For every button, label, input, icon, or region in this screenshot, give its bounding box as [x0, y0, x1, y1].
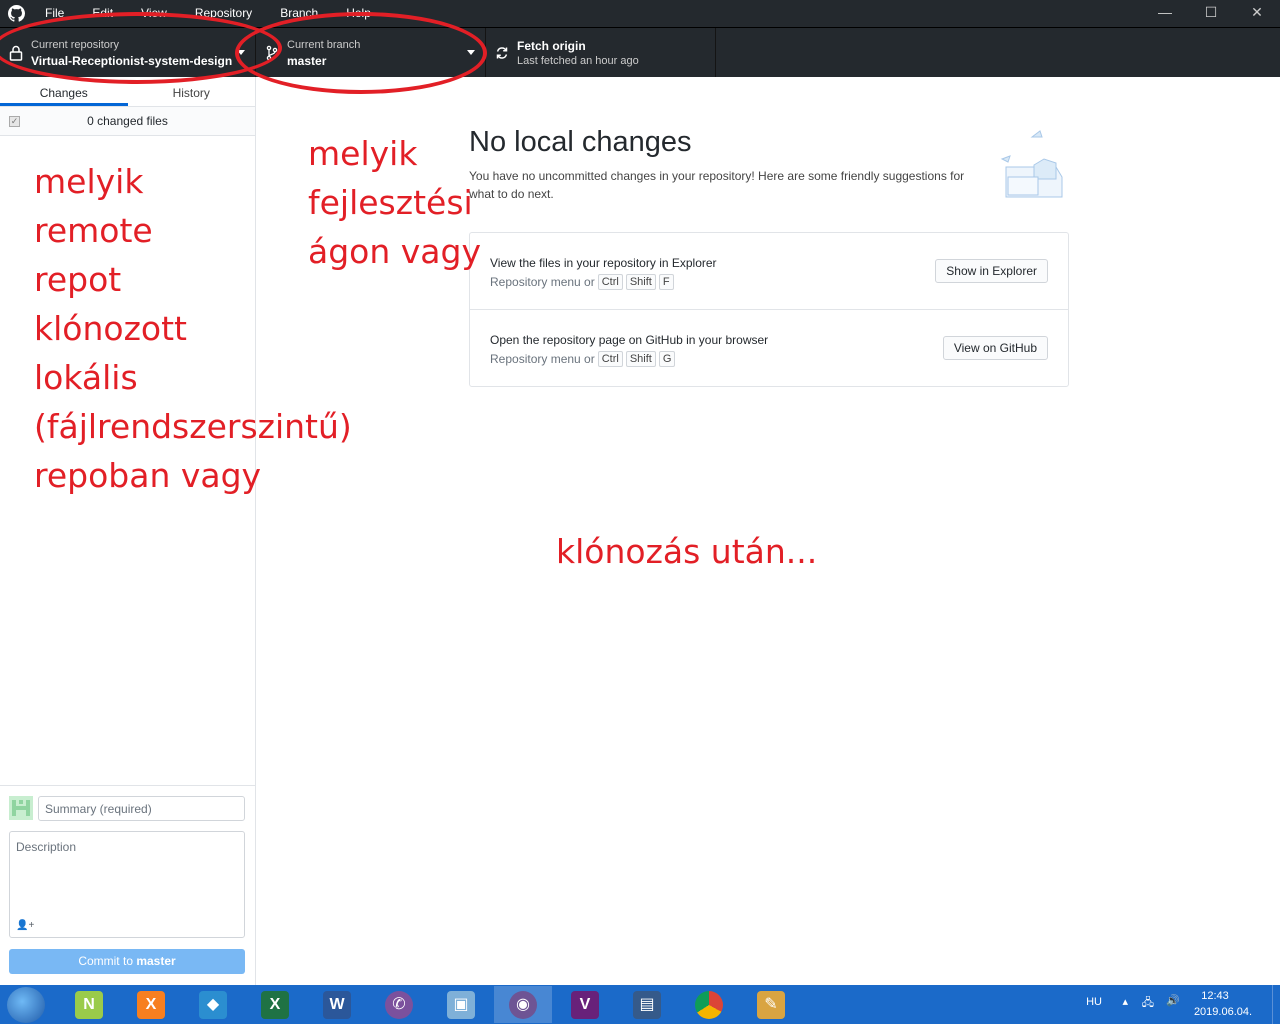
suggestion-hint: Repository menu or Ctrl Shift G	[490, 351, 676, 367]
suggestion-title: Open the repository page on GitHub in yo…	[490, 333, 769, 347]
word-icon[interactable]: W	[308, 986, 366, 1023]
windows-taskbar: N X ◆ X W ✆ ▣ ◉ V ▤ ✎ HU ▴ 🖧 🔊 12:43 201…	[0, 985, 1280, 1024]
show-desktop-button[interactable]	[1272, 985, 1280, 1024]
view-on-github-button[interactable]: View on GitHub	[942, 336, 1048, 360]
annotation-line: lokális	[34, 358, 138, 397]
show-in-explorer-button[interactable]: Show in Explorer	[935, 259, 1048, 283]
sync-icon	[496, 47, 508, 59]
github-logo-icon	[8, 5, 25, 22]
empty-state-illustration-icon	[1000, 130, 1063, 198]
paint-icon[interactable]: ✎	[742, 986, 800, 1023]
changed-files-header: ✓ 0 changed files	[0, 107, 255, 136]
viber-icon[interactable]: ✆	[370, 986, 428, 1023]
commit-panel: Summary (required) Description 👤+ Commit…	[0, 785, 255, 985]
description-input[interactable]: Description 👤+	[9, 831, 245, 938]
excel-icon[interactable]: X	[246, 986, 304, 1023]
description-placeholder: Description	[16, 840, 77, 854]
maximize-button[interactable]: ☐	[1188, 0, 1234, 27]
xampp-icon[interactable]: X	[122, 986, 180, 1023]
annotation-line: (fájlrendszerszintű)	[34, 407, 352, 446]
github-desktop-icon[interactable]: ◉	[494, 986, 552, 1023]
fetch-origin-button[interactable]: Fetch origin Last fetched an hour ago	[486, 28, 716, 78]
annotation-repository-note: melyik remote repot klónozott lokális (f…	[34, 157, 352, 500]
changed-files-count: 0 changed files	[87, 114, 168, 128]
suggestion-explorer: View the files in your repository in Exp…	[470, 233, 1068, 310]
kbd-g: G	[658, 351, 676, 367]
virtualbox-icon[interactable]: ▣	[432, 986, 490, 1023]
annotation-branch-note: melyik fejlesztési ágon vagy	[308, 129, 481, 276]
notepad-plus-plus-icon[interactable]: N	[60, 986, 118, 1023]
fetch-label: Fetch origin	[517, 39, 586, 53]
save-app-icon[interactable]: ▤	[618, 986, 676, 1023]
close-button[interactable]: ✕	[1234, 0, 1280, 27]
annotation-line: repoban vagy	[34, 456, 262, 495]
visual-studio-icon[interactable]: V	[556, 986, 614, 1023]
commit-button[interactable]: Commit to master	[9, 949, 245, 974]
suggestions-panel: View the files in your repository in Exp…	[469, 232, 1069, 387]
kbd-shift: Shift	[625, 274, 656, 290]
kbd-f: F	[658, 274, 674, 290]
fetch-status: Last fetched an hour ago	[517, 55, 639, 67]
kbd-shift: Shift	[625, 351, 656, 367]
annotation-line: fejlesztési	[308, 183, 473, 222]
clock-date[interactable]: 2019.06.04.	[1190, 1006, 1256, 1018]
kbd-ctrl: Ctrl	[597, 351, 623, 367]
suggestion-title: View the files in your repository in Exp…	[490, 256, 717, 270]
hint-text: Repository menu or	[490, 352, 595, 366]
chrome-icon[interactable]	[680, 986, 738, 1023]
annotation-ellipse-branch	[235, 12, 487, 94]
commit-button-prefix: Commit to	[78, 954, 137, 968]
annotation-after-clone: klónozás után...	[556, 532, 818, 571]
sourcetree-icon[interactable]: ◆	[184, 986, 242, 1023]
language-indicator[interactable]: HU	[1086, 996, 1102, 1008]
minimize-button[interactable]: —	[1142, 0, 1188, 27]
identicon-icon	[12, 800, 30, 816]
clock-time[interactable]: 12:43	[1190, 990, 1240, 1002]
annotation-line: melyik	[308, 134, 418, 173]
annotation-line: ágon vagy	[308, 232, 481, 271]
suggestion-github: Open the repository page on GitHub in yo…	[470, 310, 1068, 387]
annotation-line: repot	[34, 260, 122, 299]
annotation-line: remote	[34, 211, 153, 250]
volume-icon[interactable]: 🔊	[1166, 994, 1180, 1007]
commit-button-branch: master	[136, 954, 176, 968]
window-controls: — ☐ ✕	[1142, 0, 1280, 27]
annotation-line: klónozott	[34, 309, 187, 348]
avatar	[9, 796, 33, 820]
select-all-checkbox[interactable]: ✓	[9, 116, 20, 127]
page-subtitle: You have no uncommitted changes in your …	[469, 169, 965, 201]
tray-expand-icon[interactable]: ▴	[1122, 995, 1128, 1008]
start-button-icon[interactable]	[7, 987, 45, 1023]
kbd-ctrl: Ctrl	[597, 274, 623, 290]
summary-input[interactable]: Summary (required)	[38, 796, 245, 821]
add-coauthor-icon[interactable]: 👤+	[16, 920, 34, 931]
hint-text: Repository menu or	[490, 275, 595, 289]
page-title: No local changes	[469, 126, 692, 158]
network-icon[interactable]: 🖧	[1142, 994, 1154, 1013]
suggestion-hint: Repository menu or Ctrl Shift F	[490, 274, 674, 290]
annotation-line: melyik	[34, 162, 144, 201]
